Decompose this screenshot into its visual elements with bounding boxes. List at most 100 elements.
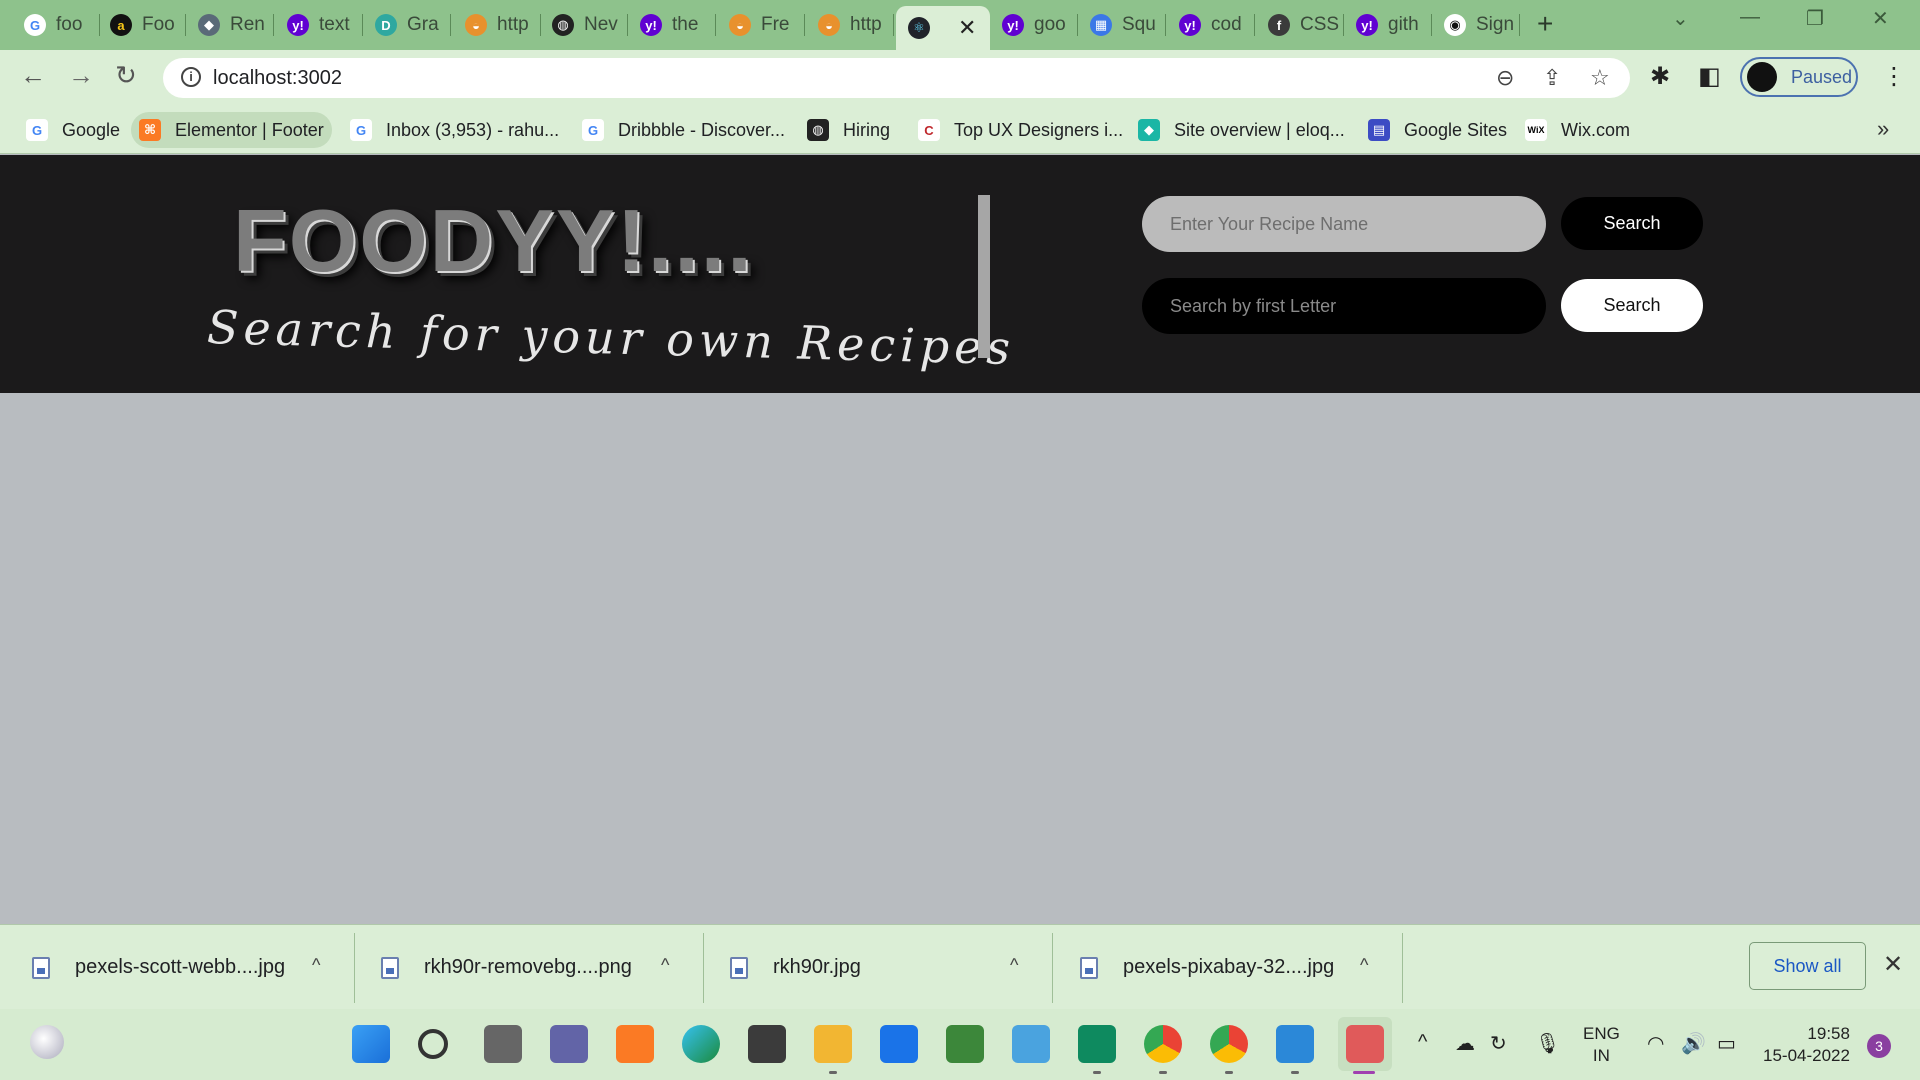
browser-tab[interactable]: ◒ http bbox=[806, 8, 894, 42]
download-options-icon[interactable]: ^ bbox=[1360, 955, 1368, 976]
yahoo-icon: y! bbox=[1356, 14, 1378, 36]
browser-tab[interactable]: ◉ Sign bbox=[1432, 8, 1520, 42]
sync-icon[interactable]: ↻ bbox=[1490, 1031, 1507, 1056]
clock[interactable]: 19:58 15-04-2022 bbox=[1763, 1023, 1850, 1067]
browser-tab[interactable]: a Foo bbox=[98, 8, 186, 42]
download-item[interactable]: rkh90r.jpg ^ bbox=[730, 925, 1050, 1010]
google-icon: G bbox=[582, 119, 604, 141]
browser-tab[interactable]: D Gra bbox=[363, 8, 451, 42]
letter-search-button[interactable]: Search bbox=[1561, 279, 1703, 332]
weather-icon[interactable] bbox=[30, 1025, 64, 1059]
tab-title: CSS bbox=[1300, 14, 1340, 35]
chevron-up-icon[interactable]: ^ bbox=[1418, 1031, 1427, 1054]
notification-badge[interactable]: 3 bbox=[1867, 1034, 1891, 1058]
bookmark-star-icon[interactable]: ☆ bbox=[1590, 65, 1610, 91]
browser-tab[interactable]: f CSS bbox=[1256, 8, 1344, 42]
bookmark-item[interactable]: ◍ Hiring bbox=[799, 112, 898, 148]
url-text[interactable]: localhost:3002 bbox=[213, 67, 342, 90]
onedrive-icon[interactable]: ☁ bbox=[1455, 1031, 1475, 1056]
more-bookmarks-icon[interactable]: » bbox=[1877, 116, 1889, 142]
bookmark-item[interactable]: G Dribbble - Discover... bbox=[574, 112, 793, 148]
forward-icon[interactable]: → bbox=[68, 60, 94, 91]
wifi-icon[interactable]: ◠ bbox=[1647, 1031, 1664, 1056]
browser-tab[interactable]: y! text bbox=[275, 8, 363, 42]
recipe-search-button[interactable]: Search bbox=[1561, 197, 1703, 250]
time: 19:58 bbox=[1807, 1024, 1850, 1043]
download-options-icon[interactable]: ^ bbox=[312, 955, 320, 976]
browser-tab[interactable]: y! the bbox=[628, 8, 716, 42]
bookmark-item[interactable]: ⌘ Elementor | Footer bbox=[131, 112, 332, 148]
browser-tab[interactable]: y! gith bbox=[1344, 8, 1432, 42]
download-options-icon[interactable]: ^ bbox=[661, 955, 669, 976]
new-tab-icon[interactable]: + bbox=[1537, 8, 1553, 40]
tab-title: Sign bbox=[1476, 14, 1515, 35]
date: 15-04-2022 bbox=[1763, 1046, 1850, 1065]
food-bowl-icon: ◒ bbox=[818, 14, 840, 36]
battery-icon[interactable]: ▭ bbox=[1717, 1031, 1736, 1056]
download-item[interactable]: rkh90r-removebg....png ^ bbox=[381, 925, 701, 1010]
zoom-icon[interactable]: ⊖ bbox=[1496, 65, 1514, 91]
minimize-icon[interactable]: — bbox=[1740, 6, 1760, 29]
sublime-text-icon[interactable] bbox=[748, 1025, 786, 1063]
food-bowl-icon: ◒ bbox=[465, 14, 487, 36]
running-indicator bbox=[1291, 1071, 1299, 1074]
browser-tab[interactable]: ⚛ ✕ bbox=[896, 6, 990, 50]
language-indicator[interactable]: ENG IN bbox=[1583, 1023, 1620, 1067]
food-bowl-icon: ◒ bbox=[729, 14, 751, 36]
browser-tab[interactable]: ◆ Ren bbox=[186, 8, 274, 42]
yahoo-icon: y! bbox=[1002, 14, 1024, 36]
first-letter-input[interactable] bbox=[1142, 278, 1546, 334]
share-icon[interactable]: ⇪ bbox=[1543, 65, 1561, 91]
close-window-icon[interactable]: ✕ bbox=[1872, 6, 1889, 31]
browser-tab[interactable]: Gfoo bbox=[12, 8, 100, 42]
chrome-icon[interactable] bbox=[1144, 1025, 1182, 1063]
yahoo-icon: y! bbox=[1179, 14, 1201, 36]
browser-tab[interactable]: ▦ Squ bbox=[1078, 8, 1166, 42]
xampp-icon[interactable] bbox=[616, 1025, 654, 1063]
volume-icon[interactable]: 🔊 bbox=[1681, 1031, 1706, 1056]
bookmark-item[interactable]: C Top UX Designers i... bbox=[910, 112, 1131, 148]
bookmark-item[interactable]: G Google bbox=[18, 112, 128, 148]
close-tab-icon[interactable]: ✕ bbox=[958, 15, 976, 41]
mail-icon[interactable] bbox=[880, 1025, 918, 1063]
extensions-icon[interactable]: ✱ bbox=[1650, 62, 1670, 91]
browser-tab[interactable]: ◒ Fre bbox=[717, 8, 805, 42]
vscode-icon[interactable] bbox=[1078, 1025, 1116, 1063]
tab-search-icon[interactable]: ⌄ bbox=[1672, 6, 1689, 31]
download-options-icon[interactable]: ^ bbox=[1010, 955, 1018, 976]
browser-tab[interactable]: y! goo bbox=[990, 8, 1078, 42]
close-shelf-icon[interactable]: ✕ bbox=[1883, 950, 1903, 979]
address-bar[interactable]: i localhost:3002 ⊖ ⇪ ☆ bbox=[163, 58, 1630, 98]
more-menu-icon[interactable]: ⋮ bbox=[1882, 62, 1906, 91]
show-all-downloads-button[interactable]: Show all bbox=[1749, 942, 1866, 990]
download-item[interactable]: pexels-scott-webb....jpg ^ bbox=[32, 925, 352, 1010]
restore-icon[interactable]: ❐ bbox=[1806, 6, 1824, 31]
bookmark-item[interactable]: WiX Wix.com bbox=[1517, 112, 1638, 148]
download-item[interactable]: pexels-pixabay-32....jpg ^ bbox=[1080, 925, 1400, 1010]
tab-separator bbox=[715, 14, 716, 36]
profile-button[interactable]: Paused bbox=[1740, 57, 1858, 97]
bookmark-item[interactable]: G Inbox (3,953) - rahu... bbox=[342, 112, 567, 148]
app-icon[interactable] bbox=[1276, 1025, 1314, 1063]
start-icon[interactable] bbox=[352, 1025, 390, 1063]
side-panel-icon[interactable]: ◧ bbox=[1698, 62, 1721, 91]
teams-chat-icon[interactable] bbox=[550, 1025, 588, 1063]
site-info-icon[interactable]: i bbox=[181, 67, 201, 87]
browser-tab[interactable]: ◍ Nev bbox=[540, 8, 628, 42]
tab-title: http bbox=[497, 14, 529, 35]
chrome-profile-icon[interactable] bbox=[1210, 1025, 1248, 1063]
browser-tab[interactable]: ◒ http bbox=[453, 8, 541, 42]
reload-icon[interactable]: ↻ bbox=[115, 60, 137, 91]
nodejs-icon[interactable] bbox=[946, 1025, 984, 1063]
browser-tab[interactable]: y! cod bbox=[1167, 8, 1255, 42]
search-icon[interactable] bbox=[418, 1029, 448, 1059]
bookmark-item[interactable]: ▤ Google Sites bbox=[1360, 112, 1515, 148]
back-icon[interactable]: ← bbox=[20, 60, 46, 91]
task-view-icon[interactable] bbox=[484, 1025, 522, 1063]
microphone-icon[interactable]: 🎙 bbox=[1535, 1031, 1560, 1056]
bookmark-item[interactable]: ◆ Site overview | eloq... bbox=[1130, 112, 1353, 148]
recipe-name-input[interactable] bbox=[1142, 196, 1546, 252]
edge-icon[interactable] bbox=[682, 1025, 720, 1063]
file-explorer-icon[interactable] bbox=[814, 1025, 852, 1063]
notepad-icon[interactable] bbox=[1012, 1025, 1050, 1063]
